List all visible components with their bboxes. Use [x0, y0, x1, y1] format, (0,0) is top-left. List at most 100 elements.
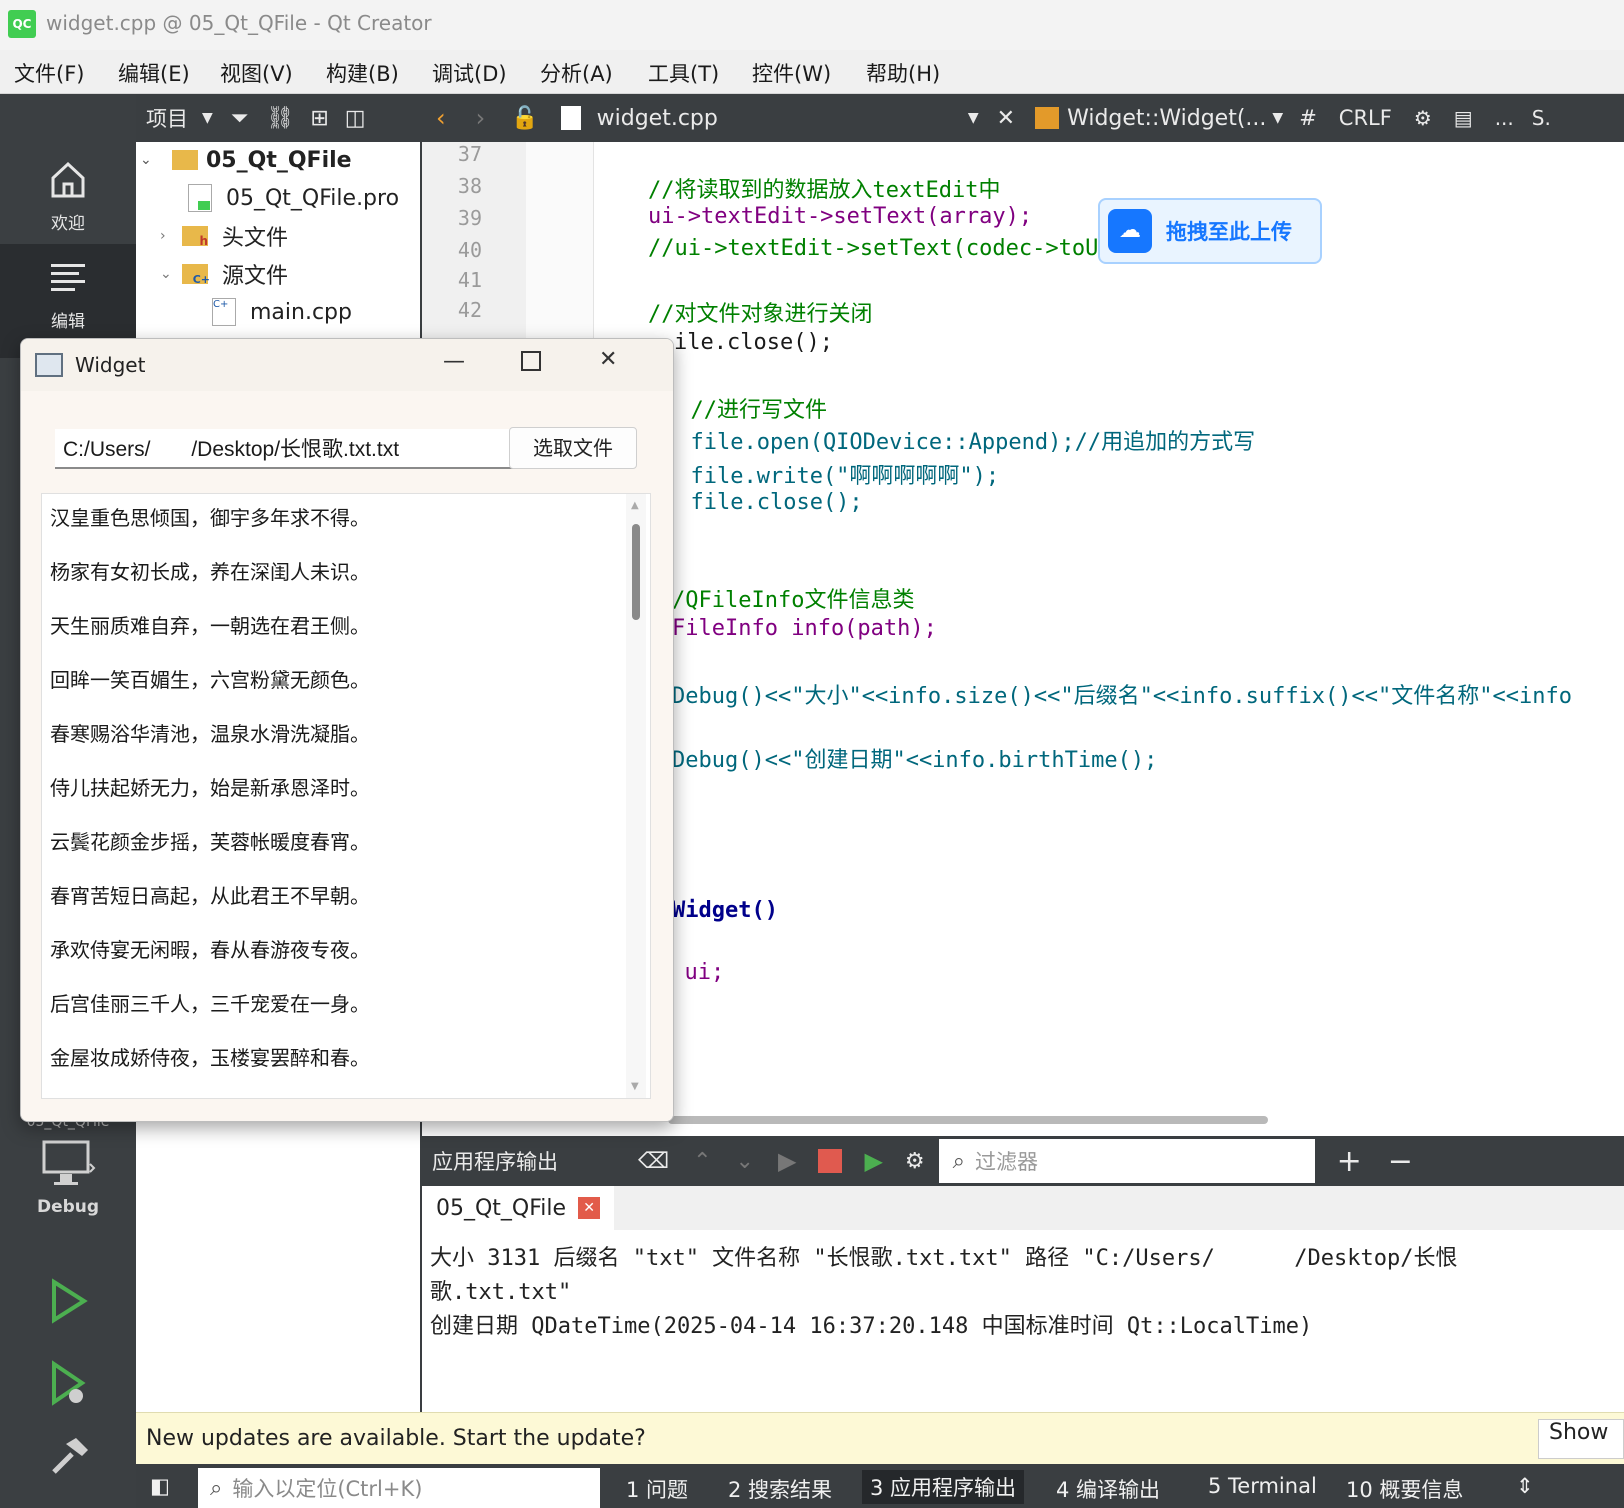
- show-button[interactable]: Show: [1538, 1419, 1624, 1459]
- chevron-updown-icon[interactable]: ⇕: [1516, 1474, 1534, 1498]
- status-compile-output[interactable]: 4 编译输出: [1056, 1474, 1160, 1504]
- add-icon[interactable]: +: [1337, 1144, 1362, 1179]
- chevron-down-icon[interactable]: ⌄: [140, 152, 160, 168]
- close-icon[interactable]: ✕: [997, 106, 1015, 131]
- open-file-name[interactable]: widget.cpp: [597, 106, 718, 131]
- application-output[interactable]: 大小 3131 后缀名 "txt" 文件名称 "长恨歌.txt.txt" 路径 …: [422, 1230, 1624, 1412]
- tree-item-main-cpp[interactable]: C+ main.cpp: [212, 294, 352, 330]
- more-menu[interactable]: ...: [1495, 106, 1514, 130]
- output-tab-label: 05_Qt_QFile: [436, 1195, 567, 1221]
- status-app-output[interactable]: 3 应用程序输出: [862, 1470, 1025, 1504]
- upload-drop-badge[interactable]: ☁ 拖拽至此上传: [1098, 198, 1322, 264]
- chevron-down-icon[interactable]: ▼: [202, 110, 213, 126]
- source-folder-icon: C+: [182, 264, 210, 286]
- output-filter[interactable]: ⌕ 过滤器: [938, 1139, 1315, 1183]
- run-icon: [52, 1278, 88, 1324]
- menu-tools[interactable]: 工具(T): [648, 58, 719, 88]
- link-icon[interactable]: ⛓: [266, 106, 294, 131]
- line-ending-selector[interactable]: CRLF: [1339, 106, 1392, 130]
- poem-line: 后宫佳丽三千人，三千宠爱在一身。: [50, 992, 370, 1016]
- scrollbar-thumb[interactable]: [632, 524, 640, 620]
- poem-line: 金屋妆成娇侍夜，玉楼宴罢醉和春。: [50, 1046, 370, 1070]
- status-search-results[interactable]: 2 搜索结果: [728, 1474, 832, 1504]
- minimize-icon[interactable]: —: [443, 349, 465, 374]
- settings-icon[interactable]: ⚙: [905, 1149, 925, 1174]
- rerun-icon[interactable]: ▶: [778, 1147, 796, 1175]
- menu-controls[interactable]: 控件(W): [752, 58, 831, 88]
- poem-line: 杨家有女初长成，养在深闺人未识。: [50, 560, 370, 584]
- chevron-down-icon[interactable]: ▼: [968, 110, 979, 126]
- menu-edit[interactable]: 编辑(E): [118, 58, 190, 88]
- code-line: Debug()<<"创建日期"<<info.birthTime();: [672, 748, 1158, 773]
- debug-attach-icon[interactable]: ▶: [864, 1147, 882, 1175]
- tree-item-label: main.cpp: [250, 299, 352, 325]
- tree-item-headers[interactable]: › h 头文件: [160, 218, 288, 254]
- toggle-sidebar-icon[interactable]: ◧: [150, 1474, 170, 1498]
- remove-icon[interactable]: −: [1388, 1144, 1413, 1179]
- code-editor[interactable]: //将读取到的数据放入textEdit中 ui->textEdit->setTe…: [594, 142, 1624, 1112]
- status-issues[interactable]: 1 问题: [626, 1474, 688, 1504]
- menu-analyze[interactable]: 分析(A): [540, 58, 613, 88]
- menu-help[interactable]: 帮助(H): [866, 58, 940, 88]
- code-line: //将读取到的数据放入textEdit中: [648, 178, 1001, 203]
- poem-line: 春寒赐浴华清池，温泉水滑洗凝脂。: [50, 722, 370, 746]
- menu-debug[interactable]: 调试(D): [432, 58, 507, 88]
- close-icon[interactable]: ✕: [578, 1197, 601, 1219]
- class-icon: [1035, 107, 1060, 129]
- choose-file-button[interactable]: 选取文件: [509, 427, 637, 469]
- locator-input[interactable]: ⌕ 输入以定位(Ctrl+K): [198, 1468, 600, 1508]
- widget-title-bar: Widget — ✕: [21, 339, 673, 391]
- build-button[interactable]: [0, 1434, 136, 1494]
- run-button[interactable]: [0, 1278, 136, 1338]
- poem-line: 承欢侍宴无闲暇，春从春游夜专夜。: [50, 938, 370, 962]
- close-pane-icon[interactable]: ◫: [345, 106, 366, 131]
- vertical-scrollbar[interactable]: ▲ ▼: [626, 494, 646, 1098]
- tree-item-sources[interactable]: ⌄ C+ 源文件: [160, 256, 288, 292]
- line-number: 39: [457, 206, 482, 230]
- up-icon[interactable]: ⌃: [693, 1149, 711, 1174]
- menu-file[interactable]: 文件(F): [14, 58, 84, 88]
- edit-icon: [51, 264, 85, 291]
- debug-run-button[interactable]: [0, 1360, 136, 1420]
- settings-icon[interactable]: ⚙: [1414, 106, 1432, 130]
- split-icon[interactable]: ⊞: [310, 106, 328, 131]
- menu-build[interactable]: 构建(B): [326, 58, 399, 88]
- status-general-messages[interactable]: 10 概要信息: [1346, 1474, 1463, 1504]
- tree-item-pro-file[interactable]: 05_Qt_QFile.pro: [188, 180, 399, 216]
- clear-icon[interactable]: ⌫: [638, 1149, 669, 1174]
- kit-selector-debug[interactable]: Debug: [0, 1138, 136, 1248]
- stop-icon[interactable]: [818, 1149, 843, 1173]
- forward-icon[interactable]: ›: [476, 104, 486, 132]
- chevron-down-icon[interactable]: ⌄: [160, 266, 178, 282]
- debug-run-icon: [52, 1360, 86, 1406]
- document-icon[interactable]: ▤: [1454, 106, 1473, 130]
- maximize-icon[interactable]: [521, 351, 541, 371]
- filter-placeholder: 过滤器: [974, 1150, 1038, 1174]
- text-edit[interactable]: 汉皇重色思倾国，御宇多年求不得。 杨家有女初长成，养在深闺人未识。 天生丽质难自…: [41, 493, 651, 1099]
- status-terminal[interactable]: 5 Terminal: [1208, 1474, 1317, 1498]
- scroll-up-icon[interactable]: ▲: [631, 500, 639, 511]
- menu-view[interactable]: 视图(V): [220, 58, 293, 88]
- output-tab[interactable]: 05_Qt_QFile ✕: [422, 1186, 615, 1230]
- back-icon[interactable]: ‹: [436, 104, 446, 132]
- code-line: file.write("啊啊啊啊啊");: [664, 464, 1000, 489]
- split-view[interactable]: S.: [1532, 106, 1551, 130]
- tree-item-project[interactable]: ⌄ 05_Qt_QFile: [140, 142, 352, 178]
- qt-creator-logo: QC: [8, 10, 36, 38]
- project-view-selector[interactable]: 项目: [146, 103, 188, 133]
- code-line: //进行写文件: [664, 398, 827, 423]
- widget-body: 选取文件 汉皇重色思倾国，御宇多年求不得。 杨家有女初长成，养在深闺人未识。 天…: [21, 391, 673, 1121]
- chevron-down-icon[interactable]: ▼: [1272, 110, 1283, 126]
- filter-icon[interactable]: ⏷: [231, 106, 249, 131]
- horizontal-scrollbar[interactable]: [668, 1116, 1268, 1124]
- down-icon[interactable]: ⌄: [736, 1149, 754, 1174]
- chevron-right-icon[interactable]: ›: [160, 228, 178, 244]
- hash-indicator[interactable]: #: [1299, 106, 1317, 130]
- window-title: widget.cpp @ 05_Qt_QFile - Qt Creator: [46, 11, 432, 35]
- scroll-down-icon[interactable]: ▼: [631, 1081, 639, 1092]
- close-icon[interactable]: ✕: [599, 347, 617, 372]
- file-path-input[interactable]: [55, 429, 515, 469]
- code-line: file.open(QIODevice::Append);//用追加的方式写: [664, 430, 1256, 455]
- mode-welcome[interactable]: 欢迎: [0, 158, 136, 258]
- symbol-selector[interactable]: Widget::Widget(...: [1067, 106, 1266, 131]
